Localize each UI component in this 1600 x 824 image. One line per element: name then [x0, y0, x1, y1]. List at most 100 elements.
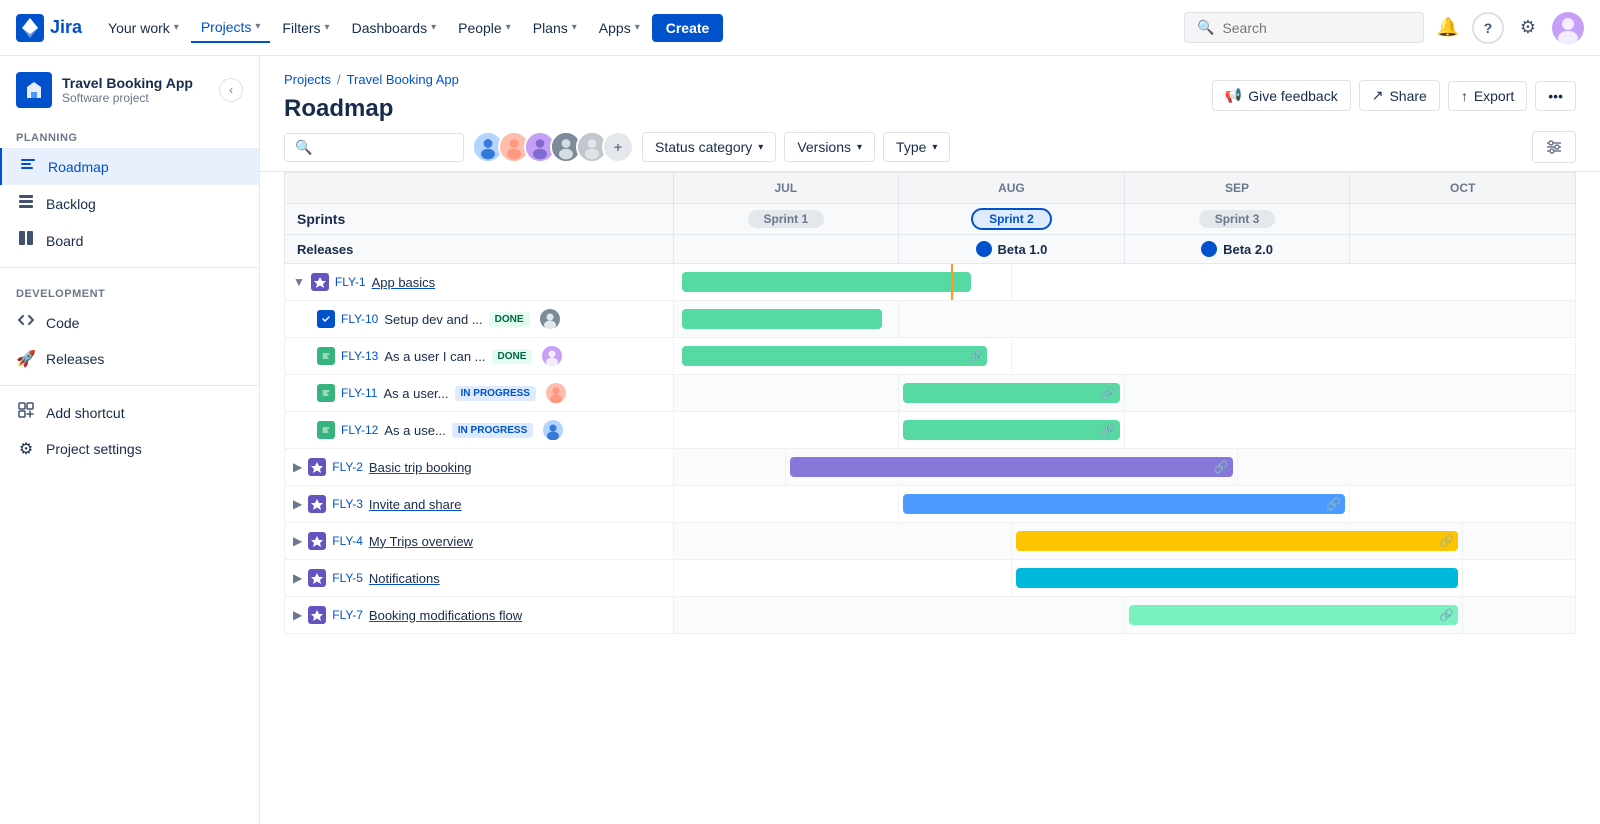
gantt-sprint-row: Sprints Sprint 1 Sprint 2 Sprint 3	[285, 204, 1576, 235]
share-button[interactable]: ↗ Share	[1359, 80, 1440, 111]
fly5-empty-left	[673, 560, 1011, 597]
fly2-bar: 🔗	[790, 457, 1232, 477]
nav-your-work[interactable]: Your work ▾	[98, 14, 189, 42]
chevron-down-icon: ▾	[572, 22, 577, 33]
issue-key[interactable]: FLY-5	[332, 571, 363, 585]
versions-filter[interactable]: Versions ▾	[784, 132, 875, 162]
fly10-label: FLY-10 Setup dev and ... DONE	[293, 309, 665, 329]
project-name: Travel Booking App	[62, 75, 209, 91]
epic-icon	[308, 606, 326, 624]
sidebar-item-backlog[interactable]: Backlog	[0, 185, 259, 222]
export-button[interactable]: ↑ Export	[1448, 81, 1527, 111]
issue-key[interactable]: FLY-11	[341, 386, 377, 400]
expand-button[interactable]: ▶	[293, 460, 302, 474]
table-row: FLY-13 As a user I can ... DONE	[285, 338, 1576, 375]
issue-name: My Trips overview	[369, 534, 473, 549]
fly11-bar: 🔗	[903, 383, 1120, 403]
issue-key[interactable]: FLY-2	[332, 460, 363, 474]
table-row: FLY-10 Setup dev and ... DONE	[285, 301, 1576, 338]
beta-2-dot	[1201, 241, 1217, 257]
planning-section-label: PLANNING	[0, 120, 259, 148]
fly10-bar	[682, 309, 883, 329]
nav-plans[interactable]: Plans ▾	[523, 14, 587, 42]
search-input[interactable]	[1222, 20, 1411, 36]
toolbar-search[interactable]: 🔍	[284, 133, 464, 162]
avatar-add[interactable]: +	[602, 131, 634, 163]
fly7-label: ▶ FLY-7 Booking modifications flow	[293, 606, 665, 624]
sidebar-item-releases[interactable]: 🚀 Releases	[0, 341, 259, 377]
sidebar-collapse-button[interactable]: ‹	[219, 78, 243, 102]
expand-button[interactable]: ▶	[293, 534, 302, 548]
settings-button[interactable]: ⚙	[1512, 12, 1544, 44]
breadcrumb-project[interactable]: Travel Booking App	[347, 72, 459, 87]
table-row: ▶ FLY-4 My Trips overview	[285, 523, 1576, 560]
fly1-bar-cell	[673, 264, 1011, 301]
month-oct: OCT	[1350, 173, 1576, 204]
issue-name: App basics	[372, 275, 436, 290]
sidebar-item-roadmap[interactable]: Roadmap	[0, 148, 259, 185]
status-category-filter[interactable]: Status category ▾	[642, 132, 776, 162]
sidebar-item-board[interactable]: Board	[0, 222, 259, 259]
sidebar-item-project-settings[interactable]: ⚙ Project settings	[0, 431, 259, 467]
nav-people[interactable]: People ▾	[448, 14, 521, 42]
releases-aug: Beta 1.0	[899, 235, 1125, 264]
fly3-label: ▶ FLY-3 Invite and share	[293, 495, 665, 513]
fly13-bar: 🔗	[682, 346, 987, 366]
task-icon	[317, 310, 335, 328]
user-avatar[interactable]	[1552, 12, 1584, 44]
chevron-down-icon: ▾	[255, 21, 260, 32]
type-filter[interactable]: Type ▾	[883, 132, 950, 162]
main-layout: Travel Booking App Software project ‹ PL…	[0, 56, 1600, 824]
toolbar-search-input[interactable]	[318, 139, 453, 155]
fly12-bar: 🔗	[903, 420, 1120, 440]
issue-key[interactable]: FLY-3	[332, 497, 363, 511]
issue-name: Booking modifications flow	[369, 608, 522, 623]
beta-2-release: Beta 2.0	[1133, 241, 1342, 257]
issue-key[interactable]: FLY-4	[332, 534, 363, 548]
fly12-empty-left	[673, 412, 899, 449]
nav-dashboards[interactable]: Dashboards ▾	[342, 14, 447, 42]
sidebar-item-add-shortcut[interactable]: Add shortcut	[0, 394, 259, 431]
give-feedback-button[interactable]: 📢 Give feedback	[1212, 80, 1351, 111]
nav-apps[interactable]: Apps ▾	[589, 14, 650, 42]
expand-button[interactable]: ▼	[293, 275, 305, 289]
link-icon: 🔗	[1214, 460, 1229, 474]
releases-label-cell: Releases	[285, 235, 674, 264]
nav-projects[interactable]: Projects ▾	[191, 13, 271, 43]
create-button[interactable]: Create	[652, 14, 724, 42]
help-button[interactable]: ?	[1472, 12, 1504, 44]
link-icon: 🔗	[1439, 608, 1454, 622]
expand-button[interactable]: ▶	[293, 571, 302, 585]
notifications-button[interactable]: 🔔	[1432, 12, 1464, 44]
fly1-label: ▼ FLY-1 App basics	[293, 273, 665, 291]
sidebar-item-code[interactable]: Code	[0, 304, 259, 341]
nav-filters[interactable]: Filters ▾	[272, 14, 339, 42]
nav-items: Your work ▾ Projects ▾ Filters ▾ Dashboa…	[98, 13, 1180, 43]
beta-1-label: Beta 1.0	[998, 242, 1048, 257]
table-row: FLY-12 As a use... IN PROGRESS	[285, 412, 1576, 449]
beta-2-label: Beta 2.0	[1223, 242, 1273, 257]
issue-key[interactable]: FLY-1	[335, 275, 366, 289]
fly11-empty-left	[673, 375, 899, 412]
gantt-settings-button[interactable]	[1532, 131, 1576, 163]
issue-key[interactable]: FLY-12	[341, 423, 378, 437]
expand-button[interactable]: ▶	[293, 497, 302, 511]
issue-key[interactable]: FLY-10	[341, 312, 378, 326]
backlog-icon	[16, 193, 36, 214]
project-settings-icon: ⚙	[16, 439, 36, 459]
fly3-bar: 🔗	[903, 494, 1345, 514]
expand-button[interactable]: ▶	[293, 608, 302, 622]
fly7-label-cell: ▶ FLY-7 Booking modifications flow	[285, 597, 674, 634]
main-content: Projects / Travel Booking App Roadmap 📢 …	[260, 56, 1600, 824]
sprint-1-pill: Sprint 1	[748, 210, 825, 228]
fly10-empty	[899, 301, 1576, 338]
fly2-empty-right	[1237, 449, 1575, 486]
issue-key[interactable]: FLY-7	[332, 608, 363, 622]
releases-jul	[673, 235, 899, 264]
issue-key[interactable]: FLY-13	[341, 349, 378, 363]
search-box[interactable]: 🔍	[1184, 12, 1424, 43]
table-row: ▶ FLY-2 Basic trip booking	[285, 449, 1576, 486]
more-button[interactable]: •••	[1535, 81, 1576, 111]
app-logo[interactable]: Jira	[16, 14, 82, 42]
breadcrumb-projects[interactable]: Projects	[284, 72, 331, 87]
